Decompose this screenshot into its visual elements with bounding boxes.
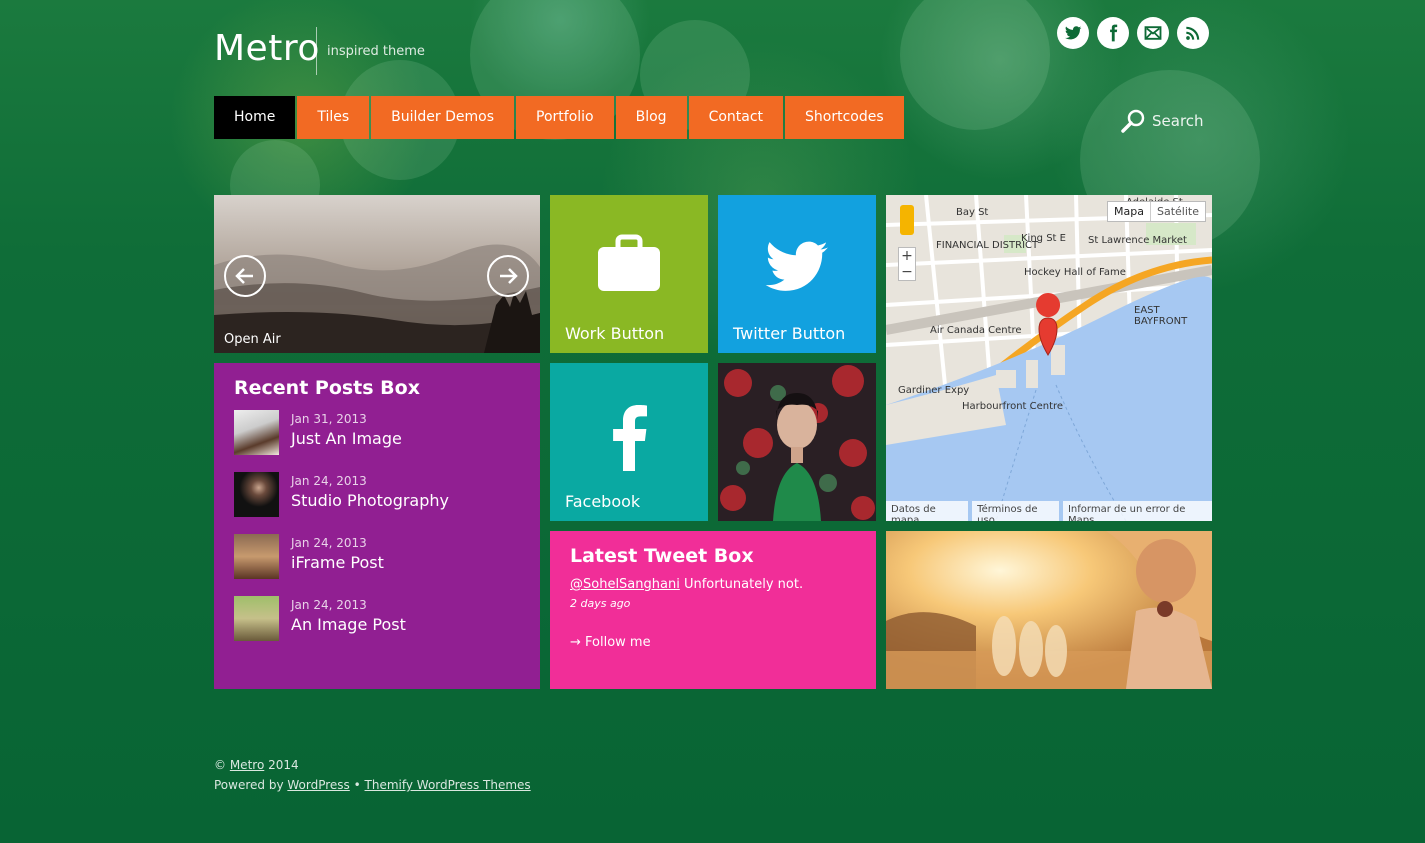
map-type-control: Mapa Satélite [1107, 201, 1206, 222]
rss-button[interactable] [1177, 17, 1209, 49]
tweet-box-title: Latest Tweet Box [570, 545, 754, 567]
tile-label: Facebook [565, 492, 641, 511]
arrow-right-icon [500, 268, 518, 284]
tweet-handle-link[interactable]: @SohelSanghani [570, 577, 680, 592]
map-label: Harbourfront Centre [962, 401, 1064, 412]
tile-label: Work Button [565, 324, 665, 343]
search-icon [1121, 109, 1145, 133]
post-date: Jan 24, 2013 [291, 536, 367, 550]
map-type-map[interactable]: Mapa [1108, 202, 1150, 221]
map-report-link[interactable]: Informar de un error de Maps [1062, 501, 1212, 521]
post-thumbnail [234, 534, 279, 579]
post-date: Jan 31, 2013 [291, 412, 367, 426]
post-thumbnail [234, 472, 279, 517]
map-label: Hockey Hall of Fame [1024, 267, 1126, 278]
latest-tweet-box: Latest Tweet Box @SohelSanghani Unfortun… [550, 531, 876, 689]
map-label: King St E [1021, 233, 1066, 244]
wordpress-link[interactable]: WordPress [287, 778, 349, 792]
image-slider[interactable]: Open Air [214, 195, 540, 353]
slider-next-button[interactable] [487, 255, 529, 297]
main-nav: Home Tiles Builder Demos Portfolio Blog … [214, 96, 904, 139]
recent-posts-title: Recent Posts Box [234, 377, 420, 399]
themify-link[interactable]: Themify WordPress Themes [365, 778, 531, 792]
map-footer: Datos de mapa Términos de uso Informar d… [886, 501, 1212, 521]
page: Metro inspired theme Home Tiles Builder … [0, 0, 1425, 843]
facebook-icon [1110, 24, 1118, 42]
map-terms-link[interactable]: Términos de uso [972, 501, 1059, 521]
post-title[interactable]: Just An Image [291, 429, 402, 448]
post-thumbnail [234, 410, 279, 455]
footer-separator: • [349, 778, 365, 792]
tile-label: Twitter Button [733, 324, 846, 343]
portrait-photo-tile[interactable] [718, 363, 876, 521]
post-title[interactable]: iFrame Post [291, 553, 384, 572]
site-tagline: inspired theme [327, 44, 425, 59]
beach-photo-tile[interactable] [886, 531, 1212, 689]
twitter-bird-icon [765, 241, 829, 291]
search-label: Search [1152, 112, 1204, 130]
post-thumbnail [234, 596, 279, 641]
nav-item-portfolio[interactable]: Portfolio [516, 96, 614, 139]
google-map[interactable]: FINANCIAL DISTRICT King St E St Lawrence… [886, 195, 1212, 521]
social-links [1057, 17, 1209, 49]
footer-year: 2014 [264, 758, 299, 772]
facebook-button[interactable] [1097, 17, 1129, 49]
nav-item-shortcodes[interactable]: Shortcodes [785, 96, 904, 139]
email-icon [1144, 26, 1162, 40]
map-label: St Lawrence Market [1088, 235, 1187, 246]
tweet-time[interactable]: 2 days ago [570, 597, 630, 610]
facebook-tile[interactable]: Facebook [550, 363, 708, 521]
list-item[interactable]: Jan 24, 2013 Studio Photography [234, 472, 524, 518]
twitter-button[interactable] [1057, 17, 1089, 49]
footer-copyright: © Metro 2014 [214, 755, 531, 775]
briefcase-icon [598, 234, 660, 291]
map-label: Air Canada Centre [930, 325, 1022, 336]
map-zoom-control: + − [898, 247, 916, 281]
arrow-left-icon [235, 268, 253, 284]
list-item[interactable]: Jan 31, 2013 Just An Image [234, 410, 524, 456]
rss-icon [1186, 26, 1200, 40]
nav-item-tiles[interactable]: Tiles [297, 96, 370, 139]
tweet-text: @SohelSanghani Unfortunately not. [570, 577, 803, 592]
post-title[interactable]: Studio Photography [291, 491, 449, 510]
list-item[interactable]: Jan 24, 2013 iFrame Post [234, 534, 524, 580]
copyright-symbol: © [214, 758, 226, 772]
nav-item-contact[interactable]: Contact [688, 96, 784, 139]
map-label: Bay St [956, 207, 989, 218]
zoom-in-button[interactable]: + [899, 248, 915, 264]
site-title[interactable]: Metro [214, 28, 320, 69]
map-type-satellite[interactable]: Satélite [1150, 202, 1205, 221]
nav-item-builder-demos[interactable]: Builder Demos [371, 96, 515, 139]
map-data-link[interactable]: Datos de mapa [886, 501, 969, 521]
footer-site-link[interactable]: Metro [230, 758, 264, 772]
search-field[interactable]: Search [1120, 108, 1204, 134]
facebook-f-icon [613, 405, 647, 471]
twitter-button-tile[interactable]: Twitter Button [718, 195, 876, 353]
twitter-icon [1065, 26, 1082, 40]
beach-image [886, 531, 1212, 689]
post-date: Jan 24, 2013 [291, 474, 367, 488]
list-item[interactable]: Jan 24, 2013 An Image Post [234, 596, 524, 642]
recent-posts-box: Recent Posts Box Jan 31, 2013 Just An Im… [214, 363, 540, 689]
powered-by-text: Powered by [214, 778, 288, 792]
site-footer: © Metro 2014 Powered by WordPress • Them… [214, 755, 531, 795]
map-label: Gardiner Expy [898, 385, 970, 396]
map-label: EAST BAYFRONT [1134, 305, 1188, 327]
work-button-tile[interactable]: Work Button [550, 195, 708, 353]
slider-caption: Open Air [224, 332, 281, 347]
zoom-out-button[interactable]: − [899, 264, 915, 280]
portrait-image [718, 363, 876, 521]
footer-powered-by: Powered by WordPress • Themify WordPress… [214, 775, 531, 795]
follow-me-link[interactable]: → Follow me [570, 635, 651, 650]
post-title[interactable]: An Image Post [291, 615, 406, 634]
slider-prev-button[interactable] [224, 255, 266, 297]
email-button[interactable] [1137, 17, 1169, 49]
tweet-body: Unfortunately not. [679, 577, 804, 592]
nav-item-home[interactable]: Home [214, 96, 296, 139]
nav-item-blog[interactable]: Blog [615, 96, 687, 139]
post-date: Jan 24, 2013 [291, 598, 367, 612]
logo-divider [316, 27, 317, 75]
